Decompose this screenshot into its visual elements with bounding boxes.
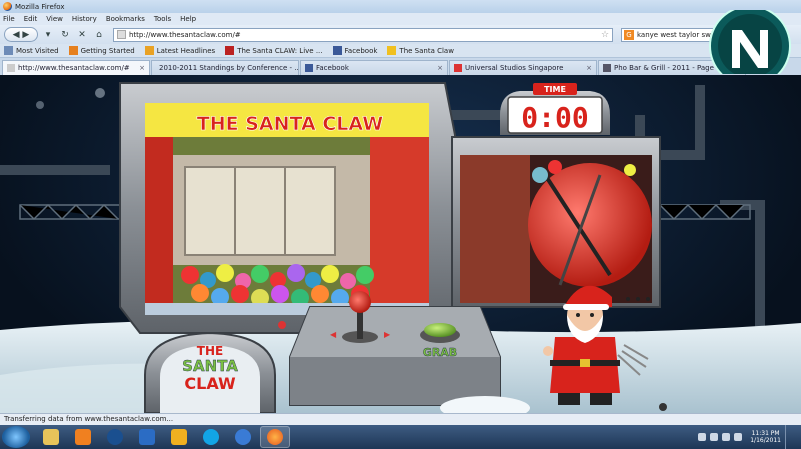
window-titlebar: Mozilla Firefox bbox=[0, 0, 801, 13]
window-title: Mozilla Firefox bbox=[15, 2, 65, 11]
close-tab-icon[interactable]: × bbox=[586, 64, 592, 72]
bookmark-star-icon[interactable]: ☆ bbox=[598, 30, 612, 40]
bookmark-most-visited[interactable]: Most Visited bbox=[4, 46, 59, 55]
svg-text:▶: ▶ bbox=[384, 330, 391, 339]
show-desktop-button[interactable] bbox=[785, 425, 795, 449]
taskbar-media-player[interactable] bbox=[68, 426, 98, 448]
stop-button[interactable]: ✕ bbox=[75, 27, 89, 42]
url-text[interactable]: http://www.thesantaclaw.com/# bbox=[129, 31, 598, 39]
grab-label: GRAB bbox=[423, 346, 457, 359]
bookmarks-toolbar: Most Visited Getting Started Latest Head… bbox=[0, 44, 801, 58]
timer-value: 0:00 bbox=[521, 101, 588, 134]
system-clock[interactable]: 11:31 PM 1/16/2011 bbox=[750, 430, 781, 444]
back-forward-button[interactable]: ◀ ▶ bbox=[4, 27, 38, 42]
tray-volume-icon[interactable] bbox=[734, 433, 743, 441]
taskbar-skype[interactable] bbox=[196, 426, 226, 448]
navigation-toolbar: ◀ ▶ ▾ ↻ ✕ ⌂ http://www.thesantaclaw.com/… bbox=[0, 25, 801, 44]
bookmark-santa-claw-live[interactable]: The Santa CLAW: Live ... bbox=[225, 46, 323, 55]
status-text: Transferring data from www.thesantaclaw.… bbox=[4, 415, 174, 423]
folder-icon bbox=[43, 429, 59, 445]
stop-icon: ✕ bbox=[78, 29, 86, 40]
taskbar-firefox[interactable] bbox=[260, 426, 290, 448]
menu-bookmarks[interactable]: Bookmarks bbox=[106, 15, 145, 23]
bookmark-icon bbox=[4, 46, 13, 55]
menu-file[interactable]: File bbox=[3, 15, 15, 23]
logo-line-santa: SANTA bbox=[182, 357, 238, 375]
hp-icon bbox=[107, 429, 123, 445]
tab-standings[interactable]: 2010-2011 Standings by Conference - ...× bbox=[151, 60, 299, 75]
taskbar-runner-app[interactable] bbox=[164, 426, 194, 448]
tab-santa-claw[interactable]: http://www.thesantaclaw.com/# × bbox=[2, 60, 150, 75]
sound-toggle-icon[interactable] bbox=[659, 403, 667, 411]
reload-button[interactable]: ↻ bbox=[58, 27, 72, 42]
runner-icon bbox=[171, 429, 187, 445]
firefox-icon bbox=[3, 2, 12, 11]
control-console bbox=[289, 306, 501, 406]
tab-favicon-icon bbox=[603, 64, 611, 72]
bookmark-santa-claw[interactable]: The Santa Claw bbox=[387, 46, 454, 55]
bookmark-facebook[interactable]: Facebook bbox=[332, 46, 377, 55]
tray-network-icon[interactable] bbox=[722, 433, 731, 441]
logo-line-claw: CLAW bbox=[184, 374, 236, 393]
tab-bar: http://www.thesantaclaw.com/# × 2010-2011… bbox=[0, 58, 801, 75]
home-button[interactable]: ⌂ bbox=[92, 27, 106, 42]
logo-line-the: THE bbox=[197, 344, 223, 358]
firefox-icon bbox=[267, 429, 283, 445]
game-scene: THE SANTA CLAW TIME 0:00 ◀ ▶ GRAB THE SA… bbox=[0, 82, 801, 413]
bookmark-icon bbox=[225, 46, 235, 55]
home-icon: ⌂ bbox=[96, 29, 102, 40]
status-bar: Transferring data from www.thesantaclaw.… bbox=[0, 413, 801, 425]
menu-edit[interactable]: Edit bbox=[24, 15, 38, 23]
netscape-logo-icon bbox=[709, 10, 791, 74]
bookmark-latest-headlines[interactable]: Latest Headlines bbox=[144, 46, 215, 55]
svg-text:◀: ◀ bbox=[330, 330, 337, 339]
clock-time: 11:31 PM bbox=[751, 430, 780, 437]
back-arrow-icon: ◀ ▶ bbox=[12, 29, 30, 40]
site-favicon-icon bbox=[117, 30, 126, 39]
truss-left bbox=[19, 203, 121, 221]
truss-right bbox=[659, 203, 751, 221]
taskbar-explorer[interactable] bbox=[36, 426, 66, 448]
network-icon bbox=[235, 429, 251, 445]
start-button[interactable] bbox=[2, 426, 30, 448]
menu-history[interactable]: History bbox=[72, 15, 97, 23]
rss-icon bbox=[144, 46, 154, 55]
media-player-icon bbox=[75, 429, 91, 445]
search-engine-icon[interactable]: G bbox=[624, 29, 634, 40]
claw-camera-monitor bbox=[451, 136, 661, 308]
dropdown-history-button[interactable]: ▾ bbox=[41, 27, 55, 42]
tab-favicon-icon bbox=[454, 64, 462, 72]
bookmark-getting-started[interactable]: Getting Started bbox=[68, 46, 135, 55]
reload-icon: ↻ bbox=[61, 29, 69, 40]
tab-favicon-icon bbox=[7, 64, 15, 72]
skype-icon bbox=[203, 429, 219, 445]
tray-flag-icon[interactable] bbox=[710, 433, 719, 441]
bookmark-icon bbox=[68, 46, 78, 55]
taskbar-checkmark-app[interactable] bbox=[132, 426, 162, 448]
checkmark-icon bbox=[139, 429, 155, 445]
menu-bar: File Edit View History Bookmarks Tools H… bbox=[0, 13, 801, 25]
system-tray: 11:31 PM 1/16/2011 bbox=[698, 425, 801, 449]
close-tab-icon[interactable]: × bbox=[139, 64, 145, 72]
santa-claw-banner: THE SANTA CLAW bbox=[197, 113, 383, 135]
facebook-icon bbox=[305, 64, 313, 72]
tab-universal-studios[interactable]: Universal Studios Singapore × bbox=[449, 60, 597, 75]
timer-label: TIME bbox=[544, 85, 566, 94]
facebook-icon bbox=[332, 46, 342, 55]
tray-arrow-icon[interactable] bbox=[698, 433, 707, 441]
windows-taskbar: 11:31 PM 1/16/2011 bbox=[0, 425, 801, 449]
taskbar-network-app[interactable] bbox=[228, 426, 258, 448]
menu-tools[interactable]: Tools bbox=[154, 15, 171, 23]
tab-facebook[interactable]: Facebook × bbox=[300, 60, 448, 75]
taskbar-hp[interactable] bbox=[100, 426, 130, 448]
menu-help[interactable]: Help bbox=[180, 15, 196, 23]
close-tab-icon[interactable]: × bbox=[437, 64, 443, 72]
santa-claw-game: THE SANTA CLAW TIME 0:00 ◀ ▶ GRAB THE SA… bbox=[0, 75, 801, 413]
clock-date: 1/16/2011 bbox=[750, 437, 781, 444]
menu-view[interactable]: View bbox=[46, 15, 63, 23]
url-bar[interactable]: http://www.thesantaclaw.com/# ☆ bbox=[113, 27, 613, 42]
star-icon bbox=[387, 46, 397, 55]
